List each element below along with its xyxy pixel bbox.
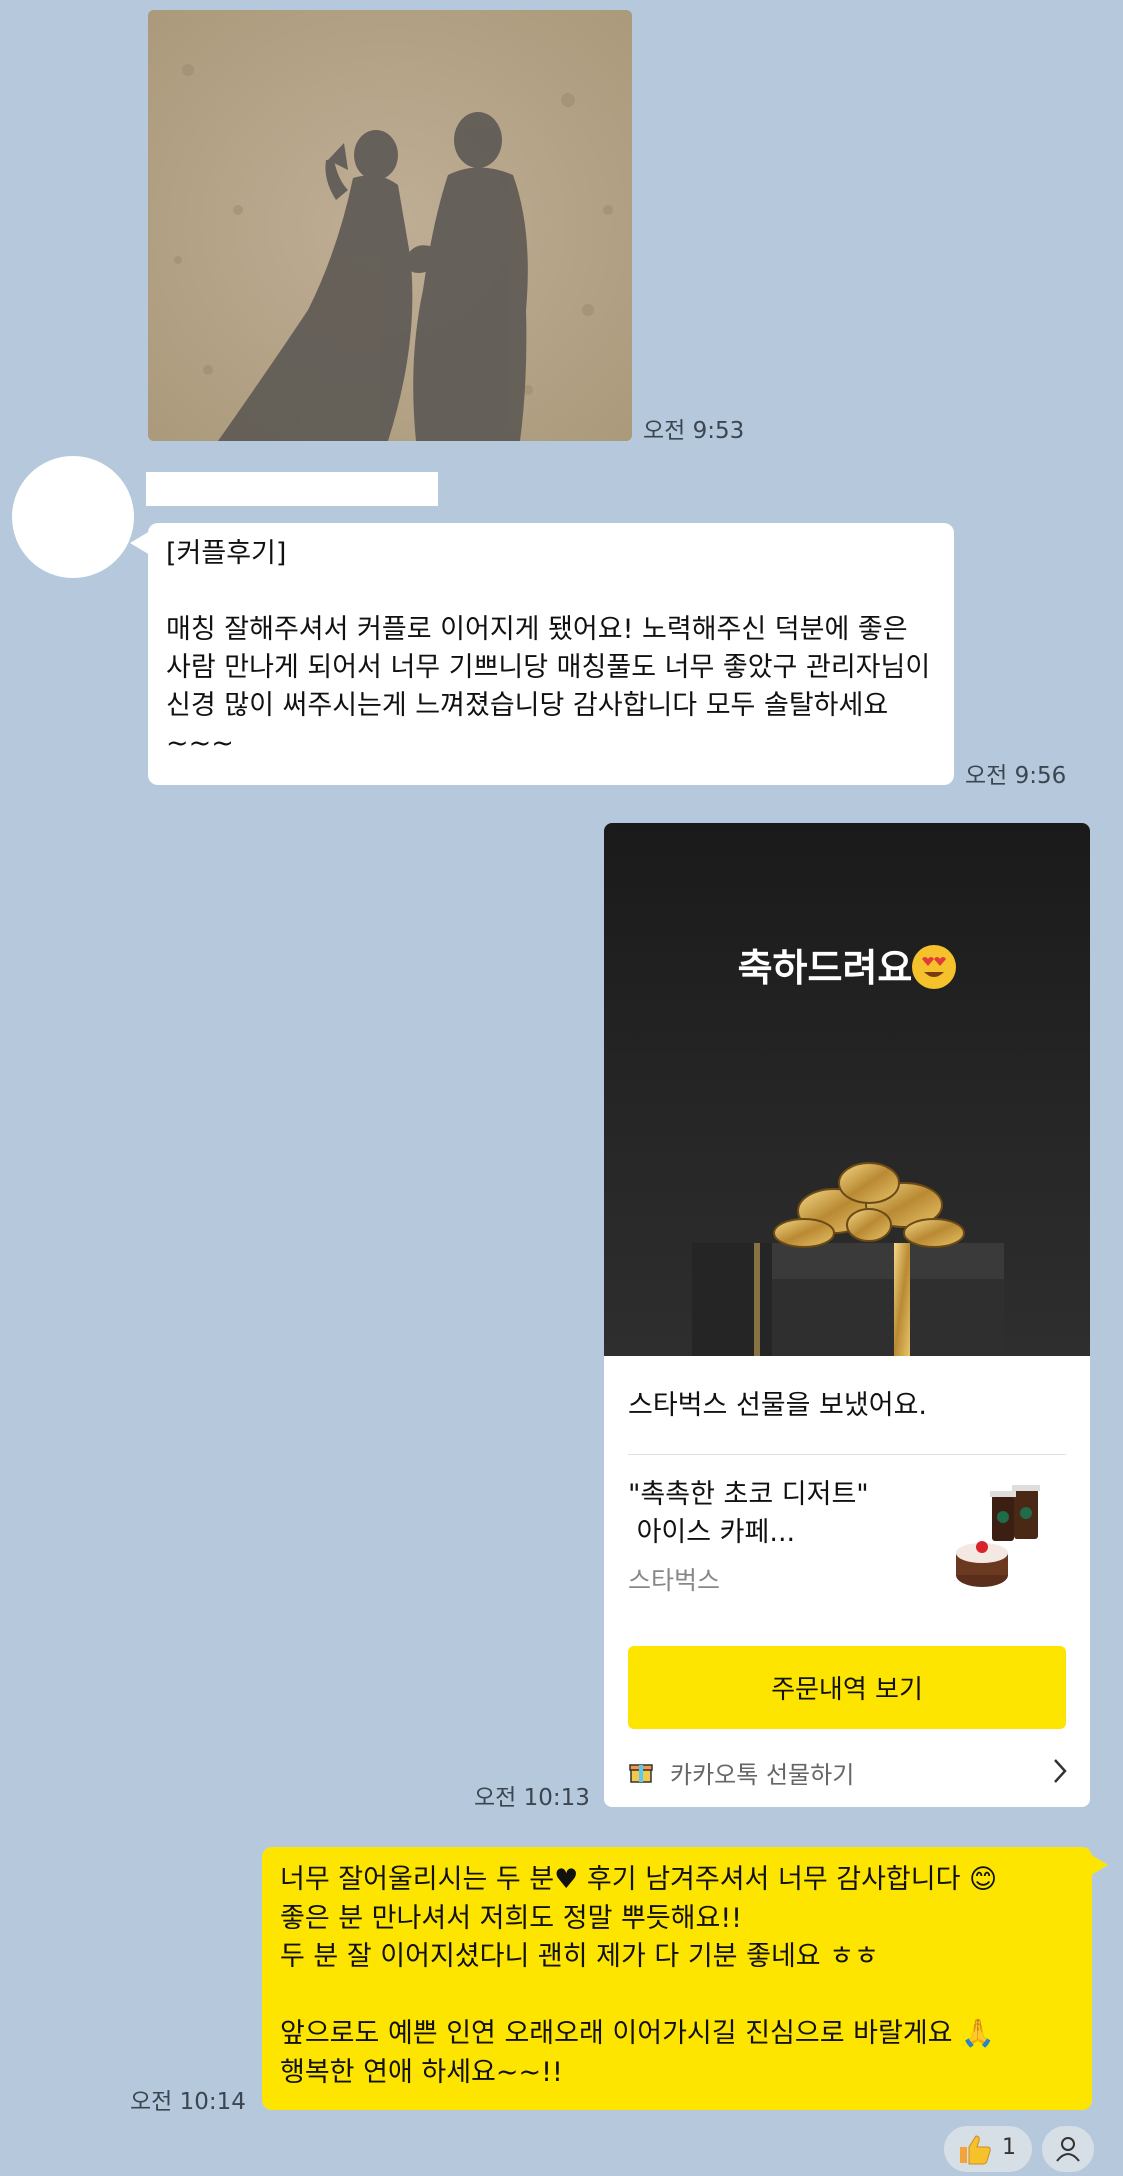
thumbs-up-icon [960,2135,991,2165]
person-icon [1056,2137,1080,2162]
message-timestamp: 오전 9:53 [643,418,745,444]
gift-sent-text: 스타벅스 선물을 보냈어요. [628,1390,927,1421]
sender-avatar[interactable] [12,456,134,578]
view-order-button[interactable]: 주문내역 보기 [628,1646,1066,1729]
gift-item-name: "촉촉한 초코 디저트" 아이스 카페... [628,1479,869,1548]
review-message-bubble[interactable]: [커플후기] 매칭 잘해주셔서 커플로 이어지게 됐어요! 노력해주신 덕분에 … [148,523,954,785]
reply-message-bubble[interactable]: 너무 잘어울리시는 두 분♥ 후기 남겨주셔서 너무 감사합니다 😊 좋은 분 … [262,1847,1092,2110]
message-timestamp: 오전 9:56 [965,763,1067,789]
beach-shadow-photo [148,10,632,441]
chevron-right-icon [1054,1759,1067,1783]
gift-card-message[interactable]: 축하드려요 스타벅스 선물을 보냈어요. "촉촉한 초코 디저트" 아이스 카페… [604,823,1090,1807]
like-count: 1 [1002,2135,1016,2160]
bubble-tail [130,531,150,555]
gift-item-brand: 스타벅스 [628,1566,721,1595]
message-timestamp: 오전 10:14 [130,2089,246,2115]
gift-hero-image: 축하드려요 [604,823,1090,1356]
like-reaction-chip[interactable]: 1 [944,2126,1032,2172]
gift-box-small-icon [629,1764,653,1783]
kakaotalk-gift-link[interactable]: 카카오톡 선물하기 [628,1753,1068,1789]
gift-hero-title: 축하드려요 [604,937,1090,992]
sender-name-redacted [146,472,438,506]
kakaotalk-gift-label: 카카오톡 선물하기 [670,1761,855,1789]
heart-eyes-emoji-icon [912,945,957,989]
gift-box-icon [692,1162,1004,1356]
message-timestamp: 오전 10:13 [474,1785,590,1811]
reaction-users-button[interactable] [1042,2126,1094,2172]
coffee-and-cake-icon [956,1485,1040,1587]
divider [628,1454,1066,1455]
shared-photo[interactable] [148,10,632,441]
